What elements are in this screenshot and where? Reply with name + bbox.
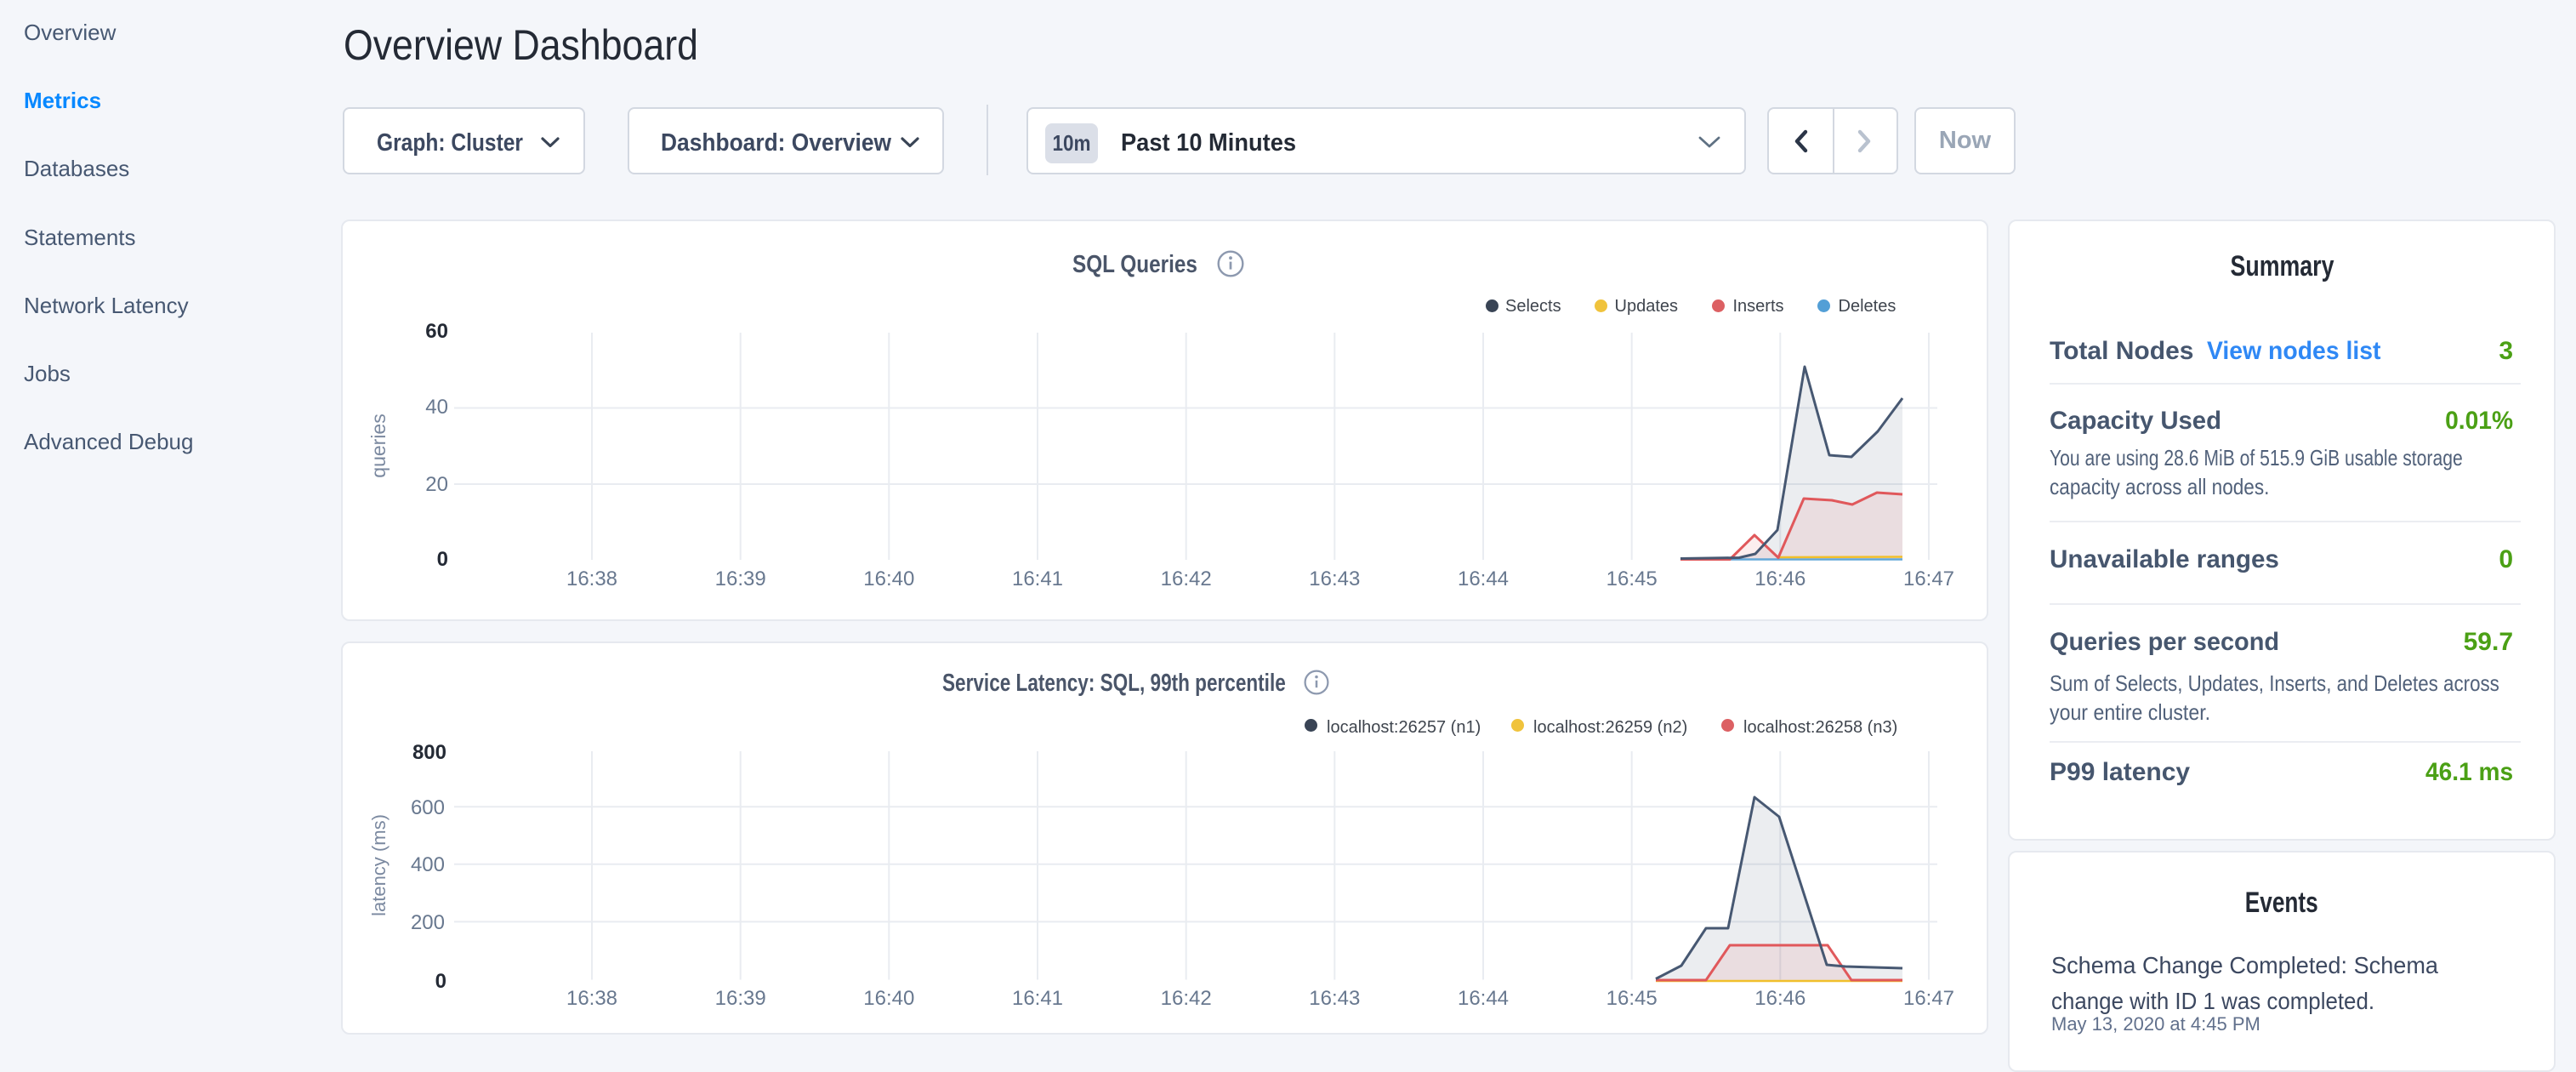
svg-text:800: 800	[412, 741, 446, 764]
svg-text:40: 40	[425, 396, 448, 419]
svg-text:16:40: 16:40	[863, 567, 914, 590]
svg-text:16:45: 16:45	[1606, 987, 1658, 1010]
svg-text:16:47: 16:47	[1903, 987, 1954, 1010]
svg-text:16:41: 16:41	[1012, 567, 1063, 590]
svg-text:16:39: 16:39	[715, 987, 766, 1010]
svg-text:200: 200	[411, 911, 445, 934]
svg-text:16:46: 16:46	[1754, 987, 1805, 1010]
svg-text:16:43: 16:43	[1309, 567, 1360, 590]
svg-text:600: 600	[411, 796, 445, 819]
svg-text:0: 0	[437, 548, 448, 571]
svg-text:16:44: 16:44	[1458, 987, 1509, 1010]
svg-text:16:41: 16:41	[1012, 987, 1063, 1010]
svg-text:16:38: 16:38	[566, 987, 617, 1010]
svg-text:0: 0	[435, 970, 446, 993]
svg-text:16:42: 16:42	[1161, 987, 1212, 1010]
svg-text:16:38: 16:38	[566, 567, 617, 590]
svg-text:16:45: 16:45	[1606, 567, 1658, 590]
svg-text:16:46: 16:46	[1754, 567, 1805, 590]
svg-text:16:44: 16:44	[1458, 567, 1509, 590]
svg-text:60: 60	[425, 320, 448, 343]
svg-text:16:42: 16:42	[1161, 567, 1212, 590]
svg-text:16:43: 16:43	[1309, 987, 1360, 1010]
svg-text:latency (ms): latency (ms)	[368, 814, 390, 916]
svg-text:400: 400	[411, 853, 445, 876]
svg-text:16:39: 16:39	[715, 567, 766, 590]
svg-text:queries: queries	[367, 413, 390, 477]
svg-text:20: 20	[425, 473, 448, 496]
svg-text:16:40: 16:40	[863, 987, 914, 1010]
svg-text:16:47: 16:47	[1903, 567, 1954, 590]
